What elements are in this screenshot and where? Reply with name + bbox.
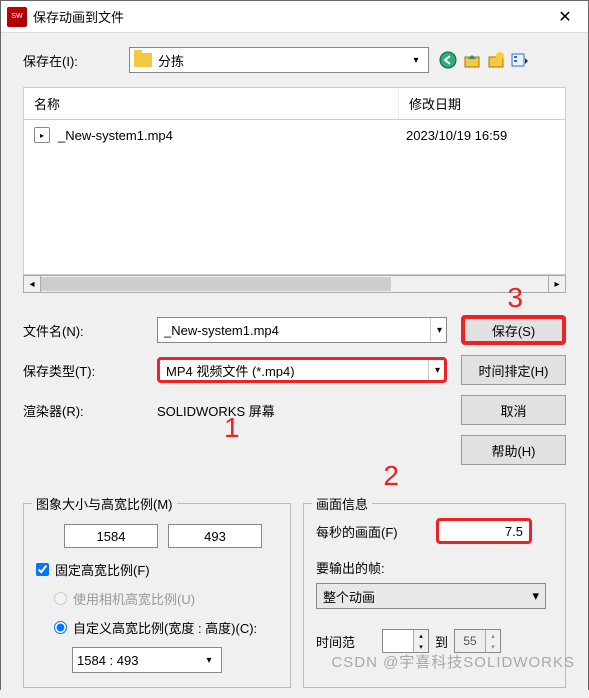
file-item[interactable]: ▸ _New-system1.mp4 2023/10/19 16:59 — [24, 124, 565, 146]
custom-ratio-label: 自定义高宽比例(宽度 : 高度)(C): — [73, 618, 257, 637]
file-header: 名称 修改日期 — [23, 87, 566, 119]
camera-ratio-input — [54, 592, 67, 605]
renderer-value: SOLIDWORKS 屏幕 — [157, 401, 447, 420]
ratio-value: 1584 : 493 — [77, 653, 201, 668]
image-size-group: 图象大小与高宽比例(M) 固定高宽比例(F) 使用相机高宽比例(U) 自定义高宽… — [23, 503, 291, 688]
back-icon[interactable] — [439, 51, 457, 69]
time-from-input[interactable] — [383, 634, 413, 648]
save-in-dropdown[interactable]: 分拣 ▾ — [129, 47, 429, 73]
titlebar: SW 保存动画到文件 ✕ — [1, 1, 588, 33]
to-label: 到 — [435, 632, 448, 651]
watermark: CSDN @宇喜科技SOLIDWORKS — [331, 651, 575, 672]
video-file-icon: ▸ — [34, 127, 50, 143]
output-value: 整个动画 — [323, 587, 532, 606]
up-icon[interactable] — [463, 51, 481, 69]
filename-label: 文件名(N): — [23, 321, 143, 340]
file-name: _New-system1.mp4 — [58, 128, 406, 143]
output-dropdown[interactable]: 整个动画 ▾ — [316, 583, 546, 609]
chevron-down-icon[interactable]: ▾ — [532, 588, 539, 604]
chevron-down-icon[interactable]: ▾ — [201, 655, 217, 666]
fixed-ratio-input[interactable] — [36, 563, 49, 576]
time-from-spinner[interactable]: ▴▾ — [382, 629, 429, 653]
frame-info-title: 画面信息 — [312, 494, 372, 513]
fps-input[interactable] — [436, 518, 532, 544]
custom-ratio-radio[interactable]: 自定义高宽比例(宽度 : 高度)(C): — [54, 618, 278, 637]
file-browser: 名称 修改日期 ▸ _New-system1.mp4 2023/10/19 16… — [23, 87, 566, 293]
app-icon: SW — [7, 7, 27, 27]
folder-icon — [134, 53, 152, 67]
save-in-label: 保存在(I): — [23, 51, 119, 70]
camera-ratio-label: 使用相机高宽比例(U) — [73, 589, 195, 608]
camera-ratio-radio[interactable]: 使用相机高宽比例(U) — [54, 589, 278, 608]
nav-icons — [439, 51, 529, 69]
column-date[interactable]: 修改日期 — [399, 88, 565, 119]
save-in-value: 分拣 — [158, 51, 408, 70]
time-to-input — [455, 634, 485, 648]
custom-ratio-input[interactable] — [54, 621, 67, 634]
savetype-field[interactable] — [160, 363, 428, 378]
renderer-label: 渲染器(R): — [23, 401, 143, 420]
scroll-left-button[interactable]: ◂ — [23, 275, 41, 293]
scroll-right-button[interactable]: ▸ — [548, 275, 566, 293]
savetype-dropdown[interactable]: ▾ — [157, 357, 447, 383]
filename-field[interactable] — [158, 323, 430, 338]
save-in-row: 保存在(I): 分拣 ▾ — [23, 47, 566, 73]
h-scrollbar: ◂ ▸ — [23, 275, 566, 293]
fps-label: 每秒的画面(F) — [316, 522, 426, 541]
fixed-ratio-label: 固定高宽比例(F) — [55, 560, 150, 579]
chevron-down-icon[interactable]: ▾ — [428, 360, 444, 380]
schedule-button[interactable]: 时间排定(H) — [461, 355, 566, 385]
file-list[interactable]: ▸ _New-system1.mp4 2023/10/19 16:59 — [23, 119, 566, 275]
chevron-down-icon[interactable]: ▾ — [408, 55, 424, 66]
spin-up-icon: ▴ — [486, 630, 500, 641]
width-input[interactable] — [64, 524, 158, 548]
chevron-down-icon[interactable]: ▾ — [430, 318, 446, 342]
cancel-button[interactable]: 取消 — [461, 395, 566, 425]
fixed-ratio-checkbox[interactable]: 固定高宽比例(F) — [36, 560, 278, 579]
time-label: 时间范 — [316, 632, 376, 651]
window-title: 保存动画到文件 — [33, 7, 542, 26]
ratio-dropdown[interactable]: 1584 : 493 ▾ — [72, 647, 222, 673]
save-dialog: SW 保存动画到文件 ✕ 保存在(I): 分拣 ▾ 名称 修改日期 — [0, 0, 589, 690]
dialog-body: 保存在(I): 分拣 ▾ 名称 修改日期 ▸ _New-system — [1, 33, 588, 698]
output-label: 要输出的帧: — [316, 558, 385, 577]
time-to-spinner: ▴▾ — [454, 629, 501, 653]
view-menu-icon[interactable] — [511, 51, 529, 69]
spin-up-icon[interactable]: ▴ — [414, 630, 428, 641]
scroll-thumb[interactable] — [41, 277, 391, 291]
help-button[interactable]: 帮助(H) — [461, 435, 566, 465]
column-name[interactable]: 名称 — [24, 88, 399, 119]
save-button[interactable]: 保存(S) — [461, 315, 566, 345]
file-date: 2023/10/19 16:59 — [406, 128, 555, 143]
form-area: 文件名(N): ▾ 保存(S) 保存类型(T): ▾ 时间排定(H) 渲染器(R… — [23, 315, 566, 465]
filename-input[interactable]: ▾ — [157, 317, 447, 343]
height-input[interactable] — [168, 524, 262, 548]
scroll-track[interactable] — [41, 275, 548, 293]
image-size-title: 图象大小与高宽比例(M) — [32, 494, 177, 513]
close-button[interactable]: ✕ — [542, 1, 588, 33]
savetype-label: 保存类型(T): — [23, 361, 143, 380]
new-folder-icon[interactable] — [487, 51, 505, 69]
